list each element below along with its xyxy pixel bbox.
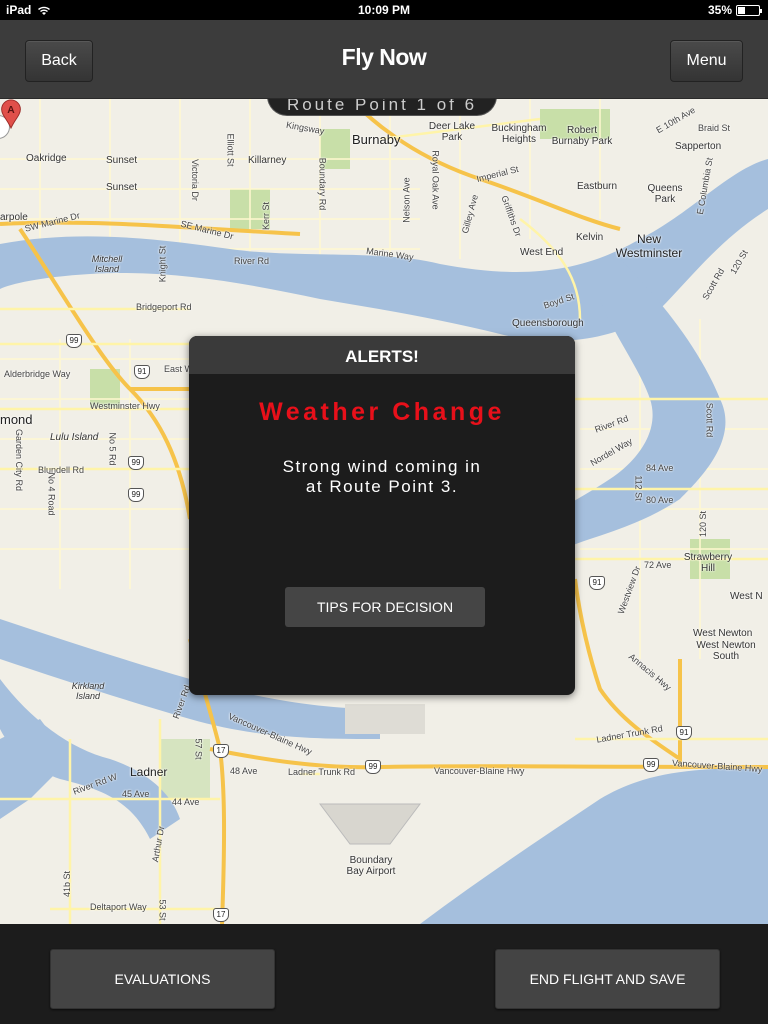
road-label-blundell: Blundell Rd	[38, 465, 85, 475]
road-label-44-ave: 44 Ave	[172, 797, 200, 807]
alert-header: ALERTS!	[189, 336, 575, 374]
road-label-ladner-trunk: Ladner Trunk Rd	[288, 767, 356, 777]
map-label-killarney: Killarney	[248, 155, 287, 166]
map-label-deer-lake-park: Deer Lake Park	[428, 121, 476, 143]
tips-for-decision-button[interactable]: TIPS FOR DECISION	[285, 587, 485, 627]
road-label-84-ave: 84 Ave	[646, 463, 674, 473]
road-label-vancouver-blaine: Vancouver-Blaine Hwy	[434, 766, 525, 776]
highway-shield-99-b: 99	[128, 456, 144, 470]
end-flight-and-save-button[interactable]: END FLIGHT AND SAVE	[495, 949, 720, 1009]
road-label-river-rd: River Rd	[234, 256, 270, 266]
map-label-marpole: arpole	[0, 212, 28, 223]
road-label-braid: Braid St	[698, 123, 731, 133]
map-pin-letter: A	[7, 105, 15, 116]
highway-shield-99: 99	[66, 334, 82, 348]
status-time: 10:09 PM	[357, 3, 411, 17]
highway-shield-17-b: 17	[213, 908, 229, 922]
map-label-kirkland-island: Kirkland Island	[71, 681, 105, 701]
alert-dialog: ALERTS! Weather Change Strong wind comin…	[189, 336, 575, 695]
road-label-120-st: 120 St	[698, 510, 709, 538]
road-label-48-ave: 48 Ave	[230, 766, 258, 776]
map-label-mitchell-island: Mitchell Island	[91, 254, 123, 274]
map-label-eastburn: Eastburn	[577, 181, 618, 192]
map-label-west-n: West N	[730, 591, 763, 602]
map-label-sapperton: Sapperton	[675, 141, 722, 152]
highway-shield-91: 91	[134, 365, 150, 379]
battery-level	[738, 6, 745, 14]
road-label-80-ave: 80 Ave	[646, 495, 674, 505]
alert-message-line-2: at Route Point 3.	[305, 477, 459, 496]
highway-shield-91-b: 91	[589, 576, 605, 590]
map-label-burnaby: Burnaby	[352, 132, 401, 147]
navigation-bar: Back Fly Now Menu	[0, 20, 768, 99]
road-label-westminster-hwy: Westminster Hwy	[90, 401, 160, 411]
map-label-west-end: West End	[520, 247, 564, 258]
road-label-elliott: Elliott St	[225, 133, 236, 167]
highway-shield-91-c: 91	[676, 726, 692, 740]
map-label-kelvin: Kelvin	[576, 232, 604, 243]
road-label-boundary-rd: Boundary Rd	[317, 157, 328, 211]
route-indicator: Route Point 1 of 6	[268, 99, 496, 115]
evaluations-button[interactable]: EVALUATIONS	[50, 949, 275, 1009]
road-label-nelson: Nelson Ave	[401, 177, 412, 223]
map-label-sunset-2: Sunset	[106, 182, 138, 193]
road-label-victoria: Victoria Dr	[189, 159, 200, 201]
alert-title: Weather Change	[259, 398, 505, 426]
bottom-toolbar: EVALUATIONS END FLIGHT AND SAVE	[0, 924, 768, 1024]
road-label-royal-oak: Royal Oak Ave	[430, 150, 441, 210]
battery-icon	[736, 4, 762, 16]
road-label-garden-city: Garden City Rd	[14, 428, 25, 492]
map-label-buckingham-heights: Buckingham Heights	[491, 123, 547, 145]
alert-message: Strong wind coming in at Route Point 3.	[189, 457, 575, 497]
menu-button[interactable]: Menu	[670, 40, 743, 82]
road-label-knight: Knight St	[157, 245, 168, 283]
map-label-new-westminster: New Westminster	[615, 232, 683, 260]
road-label-72-ave: 72 Ave	[644, 560, 672, 570]
road-label-bridgeport: Bridgeport Rd	[136, 302, 192, 312]
map-label-ladner: Ladner	[130, 765, 168, 779]
map-label-boundary-bay-airport: Boundary Bay Airport	[346, 855, 396, 877]
status-right: 35%	[707, 3, 762, 17]
road-label-no4: No 4 Road	[46, 472, 57, 516]
highway-shield-99-c: 99	[128, 488, 144, 502]
highway-shield-17: 17	[213, 744, 229, 758]
road-label-deltaport: Deltaport Way	[90, 902, 147, 912]
road-label-scott-rd: Scott Rd	[704, 402, 715, 438]
highway-shield-99-e: 99	[643, 758, 659, 772]
battery-percent: 35%	[707, 3, 732, 17]
map-label-robert-burnaby-park: Robert Burnaby Park	[551, 125, 613, 147]
road-label-112-st: 112 St	[633, 475, 644, 501]
road-label-no5: No 5 Rd	[107, 432, 118, 466]
road-label-45-ave: 45 Ave	[122, 789, 150, 799]
map-label-strawberry-hill: Strawberry Hill	[683, 552, 733, 574]
map-label-oakridge: Oakridge	[26, 153, 67, 164]
map-label-queens-park: Queens Park	[647, 183, 683, 205]
map-pin-icon[interactable]: A	[0, 99, 22, 129]
map-label-queensborough: Queensborough	[512, 318, 584, 329]
road-label-53-st: 53 St	[157, 899, 168, 921]
road-label-41b-st: 41b St	[62, 870, 73, 898]
map-label-richmond: mond	[0, 412, 33, 427]
map-label-sunset: Sunset	[106, 155, 138, 166]
status-bar: iPad 10:09 PM 35%	[0, 0, 768, 20]
page-title: Fly Now	[341, 44, 427, 70]
road-label-alderbridge: Alderbridge Way	[4, 369, 71, 379]
road-label-57-st: 57 St	[193, 738, 204, 760]
map-label-west-newton: West Newton	[693, 628, 753, 639]
alert-message-line-1: Strong wind coming in	[282, 457, 482, 476]
map-label-lulu-island: Lulu Island	[50, 432, 99, 443]
map-label-west-newton-south: West Newton South	[696, 640, 756, 662]
road-label-kerr: Kerr St	[261, 201, 272, 231]
highway-shield-99-d: 99	[365, 760, 381, 774]
